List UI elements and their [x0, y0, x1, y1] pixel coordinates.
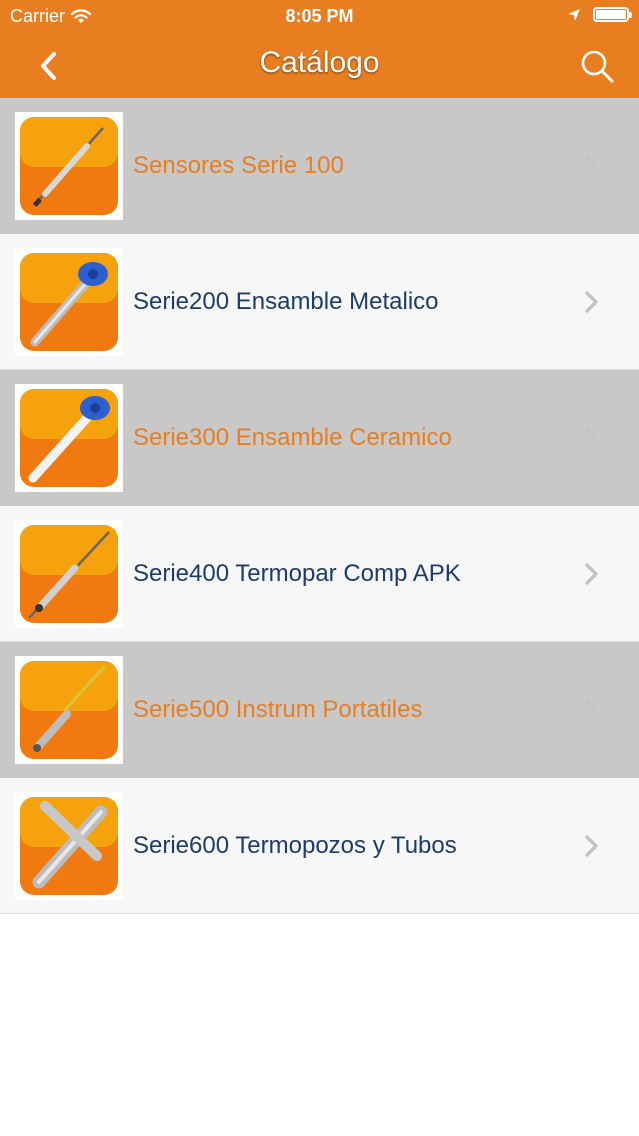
- location-arrow-icon: [568, 8, 580, 21]
- list-item-serie400-termopar-comp-apk[interactable]: Serie400 Termopar Comp APK: [0, 506, 639, 642]
- battery-level: [596, 10, 626, 19]
- thumbnail: [15, 248, 123, 356]
- catalog-list: Sensores Serie 100 Serie200 Ensamble Met…: [0, 98, 639, 914]
- thumbnail: [15, 112, 123, 220]
- probe-thermocouple-icon: [20, 525, 118, 623]
- item-label: Serie400 Termopar Comp APK: [133, 560, 461, 587]
- item-label: Serie600 Termopozos y Tubos: [133, 832, 457, 859]
- list-item-sensores-serie-100[interactable]: Sensores Serie 100: [0, 98, 639, 234]
- chevron-right-icon: [585, 699, 598, 721]
- thermowell-tube-icon: [20, 797, 118, 895]
- status-right-group: [567, 7, 632, 22]
- app-header: Carrier 8:05 PM Catálogo: [0, 0, 639, 98]
- status-time: 8:05 PM: [285, 6, 354, 26]
- probe-head-metal-icon: [20, 253, 118, 351]
- chevron-right-icon: [585, 427, 598, 449]
- search-icon: [581, 50, 614, 83]
- thumbnail: [15, 792, 123, 900]
- probe-portable-icon: [20, 661, 118, 759]
- list-item-serie600-termopozos-y-tubos[interactable]: Serie600 Termopozos y Tubos: [0, 778, 639, 914]
- thumbnail: [15, 384, 123, 492]
- probe-thermocouple-icon: [20, 117, 118, 215]
- chevron-right-icon: [585, 291, 598, 313]
- thumbnail: [15, 656, 123, 764]
- navigation-bar: Catálogo: [0, 34, 639, 98]
- item-label: Serie300 Ensamble Ceramico: [133, 424, 452, 451]
- chevron-right-icon: [585, 835, 598, 857]
- chevron-right-icon: [585, 155, 598, 177]
- battery-icon: [593, 7, 632, 22]
- list-item-serie200-ensamble-metalico[interactable]: Serie200 Ensamble Metalico: [0, 234, 639, 370]
- thumbnail: [15, 520, 123, 628]
- item-label: Serie500 Instrum Portatiles: [133, 696, 423, 723]
- item-label: Sensores Serie 100: [133, 152, 344, 179]
- probe-head-ceramic-icon: [20, 389, 118, 487]
- chevron-right-icon: [585, 563, 598, 585]
- list-item-serie300-ensamble-ceramico[interactable]: Serie300 Ensamble Ceramico: [0, 370, 639, 506]
- search-button[interactable]: [575, 44, 619, 88]
- status-bar: Carrier 8:05 PM: [0, 0, 639, 34]
- page-title: Catálogo: [259, 46, 380, 79]
- list-item-serie500-instrum-portatiles[interactable]: Serie500 Instrum Portatiles: [0, 642, 639, 778]
- item-label: Serie200 Ensamble Metalico: [133, 288, 439, 315]
